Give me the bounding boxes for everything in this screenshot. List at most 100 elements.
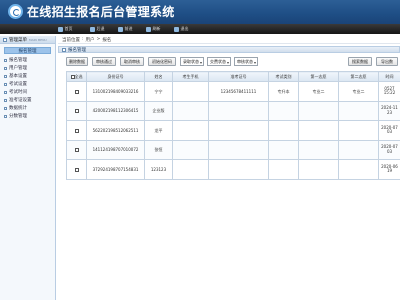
export-button[interactable]: 导出数: [376, 57, 398, 66]
forward-icon: [118, 26, 123, 32]
sidebar-item-statistics[interactable]: 数据统计: [0, 104, 55, 112]
column-header[interactable]: 准考证号: [208, 71, 269, 82]
row-checkbox[interactable]: [74, 128, 79, 133]
breadcrumb-user[interactable]: 用户: [86, 37, 95, 43]
column-header[interactable]: 考生手机: [172, 71, 209, 82]
select-all-header[interactable]: 全选: [66, 71, 87, 82]
row-checkbox[interactable]: [74, 148, 79, 153]
id-number-cell: 131002198409033216: [86, 81, 145, 102]
time-cell: 2024-11 23: [378, 100, 400, 121]
name-cell: 企业版: [144, 100, 173, 121]
row-select-cell[interactable]: [66, 100, 87, 121]
chevron-down-icon: [227, 61, 229, 64]
first-choice-cell: [298, 100, 339, 121]
row-checkbox[interactable]: [74, 89, 79, 94]
home-icon: [58, 26, 63, 32]
second-choice-cell: [338, 100, 379, 121]
table-row[interactable]: 141124198707010072 张恒 2020-07 03: [66, 139, 400, 160]
chevron-down-icon: [254, 61, 256, 64]
refresh-icon: [146, 26, 151, 32]
approve-button[interactable]: 审核通过: [92, 57, 116, 66]
breadcrumb: 当前位置: 用户 > 报名: [58, 36, 400, 44]
sidebar: 管理菜单 MAIN MENU 报名管理 报名管理 用户管理 基本设置 考试设置 …: [0, 36, 56, 300]
panel-header: 报名管理: [58, 46, 400, 53]
column-header[interactable]: 第一志愿: [298, 71, 339, 82]
sidebar-active-item[interactable]: 报名管理: [4, 47, 51, 54]
phone-cell: [172, 81, 209, 102]
category-cell: [268, 100, 299, 121]
table-row[interactable]: 420002198112306415 企业版 2024-11 23: [66, 100, 400, 121]
cancel-approve-button[interactable]: 取消审核: [120, 57, 144, 66]
folder-icon: [4, 66, 7, 70]
phone-cell: [172, 159, 209, 180]
top-nav: 首页 后退 前进 刷新 退出: [0, 24, 400, 34]
column-header[interactable]: 考试类别: [268, 71, 299, 82]
folder-icon: [4, 90, 7, 94]
folder-icon: [4, 98, 7, 102]
first-choice-cell: [298, 159, 339, 180]
column-header[interactable]: 第二志愿: [338, 71, 379, 82]
sidebar-item-users[interactable]: 用户管理: [0, 64, 55, 72]
ticket-cell: [208, 139, 269, 160]
time-cell: 0527 15:22: [378, 81, 400, 102]
row-select-cell[interactable]: [66, 81, 87, 102]
nav-back[interactable]: 后退: [90, 26, 105, 33]
row-checkbox[interactable]: [74, 167, 79, 172]
nav-logout[interactable]: 退出: [174, 26, 189, 33]
breadcrumb-section: 报名: [102, 37, 112, 43]
column-header[interactable]: 姓名: [144, 71, 173, 82]
folder-icon: [4, 114, 7, 118]
column-header[interactable]: 身份证号: [86, 71, 145, 82]
ticket-cell: [208, 159, 269, 180]
category-cell: [268, 159, 299, 180]
name-cell: 龙平: [144, 120, 173, 141]
id-number-cell: 420002198112306415: [86, 100, 145, 121]
row-select-cell[interactable]: [66, 159, 87, 180]
back-icon: [90, 26, 95, 32]
sidebar-item-registration[interactable]: 报名管理: [0, 56, 55, 64]
category-cell: [268, 139, 299, 160]
first-choice-cell: [298, 120, 339, 141]
menu-icon: [3, 37, 7, 42]
delete-button[interactable]: 删除数据: [66, 57, 88, 66]
sidebar-item-scores[interactable]: 分数管理: [0, 112, 55, 120]
review-status-select[interactable]: 审核状态: [234, 57, 258, 66]
app-header: 在线招生报名后台管理系统: [0, 0, 400, 24]
table-row[interactable]: 131002198409033216 宁宁 12345678411111 专升本…: [66, 81, 400, 102]
name-cell: 宁宁: [144, 81, 173, 102]
row-select-cell[interactable]: [66, 120, 87, 141]
column-header[interactable]: 时间: [378, 71, 400, 82]
phone-cell: [172, 100, 209, 121]
table-row[interactable]: 562202198512062511 龙平 2020-07 03: [66, 120, 400, 141]
nav-refresh[interactable]: 刷新: [146, 26, 161, 33]
second-choice-cell: [338, 120, 379, 141]
admission-status-select[interactable]: 录取状态: [180, 57, 204, 66]
time-cell: 2020-07 03: [378, 120, 400, 141]
table-row[interactable]: 372924198707154831 123123 2020-06 19: [66, 159, 400, 180]
row-select-cell[interactable]: [66, 139, 87, 160]
phone-cell: [172, 139, 209, 160]
payment-status-select[interactable]: 交费状态: [207, 57, 231, 66]
first-choice-cell: 专业二: [298, 81, 339, 102]
folder-icon: [4, 58, 7, 62]
category-cell: [268, 120, 299, 141]
sidebar-item-basic-settings[interactable]: 基本设置: [0, 72, 55, 80]
row-checkbox[interactable]: [74, 109, 79, 114]
nav-forward[interactable]: 前进: [118, 26, 133, 33]
app-title: 在线招生报名后台管理系统: [27, 5, 175, 19]
ticket-cell: [208, 120, 269, 141]
ticket-cell: 12345678411111: [208, 81, 269, 102]
sidebar-item-exam-settings[interactable]: 考试设置: [0, 80, 55, 88]
sidebar-item-exam-time[interactable]: 考试时间: [0, 88, 55, 96]
ticket-cell: [208, 100, 269, 121]
search-button[interactable]: 搜索数据: [348, 57, 372, 66]
category-cell: 专升本: [268, 81, 299, 102]
registration-table: 全选 身份证号 姓名 考生手机 准考证号 考试类别 第一志愿 第二志愿 时间 1…: [66, 71, 400, 180]
sidebar-item-admission-ticket[interactable]: 准考证设置: [0, 96, 55, 104]
panel-title: 报名管理: [68, 47, 86, 53]
init-password-button[interactable]: 初始化密码: [148, 57, 176, 66]
nav-home[interactable]: 首页: [58, 26, 73, 33]
second-choice-cell: [338, 159, 379, 180]
name-cell: 123123: [144, 159, 173, 180]
panel-icon: [62, 47, 66, 52]
